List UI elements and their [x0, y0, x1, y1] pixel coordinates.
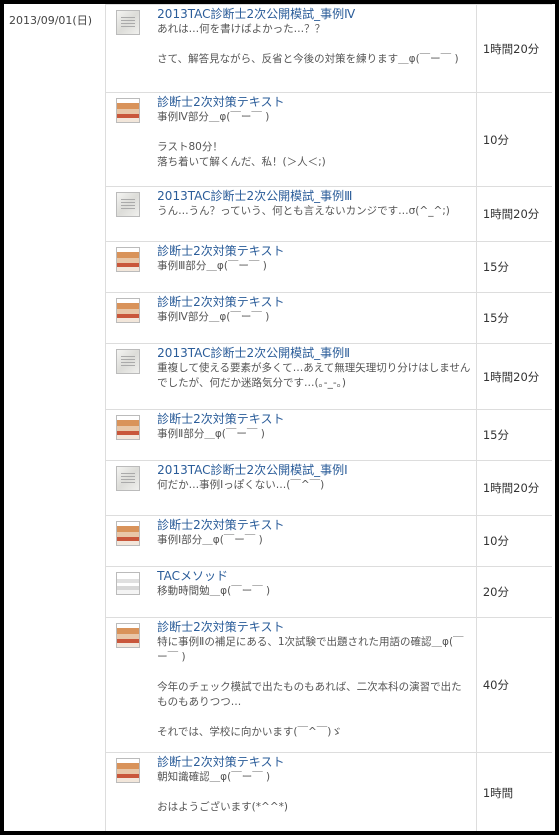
- study-time: 20分: [475, 566, 552, 618]
- material-title-link[interactable]: 診断士2次対策テキスト: [157, 412, 476, 426]
- material-title-link[interactable]: 診断士2次対策テキスト: [157, 244, 476, 258]
- exam-sheet-photo[interactable]: [116, 10, 141, 35]
- exam-sheet-photo[interactable]: [116, 349, 141, 374]
- method-book-photo[interactable]: [116, 572, 141, 595]
- exam-sheet-photo[interactable]: [116, 466, 141, 491]
- entry-cell: TACメソッド 移動時間勉＿φ(￣ー￣ ): [105, 566, 477, 618]
- entry: 2013TAC診断士2次公開模試_事例Ⅳ あれは…何を書けばよかった…？？ さて、…: [106, 7, 476, 67]
- entry-comment: うん…うん？っていう、何とも言えないカンジです…σ(^_^;): [157, 205, 450, 217]
- entry: 2013TAC診断士2次公開模試_事例Ⅱ 重複して使える要素が多くて…あえて無理矢…: [106, 346, 476, 391]
- material-title-link[interactable]: 2013TAC診断士2次公開模試_事例Ⅰ: [157, 463, 476, 477]
- entry-cell: 診断士2次対策テキスト 事例Ⅳ部分＿φ(￣ー￣ ): [105, 292, 477, 344]
- study-log-row: 2013/09/01(日) 2013TAC診断士2次公開模試_事例Ⅳ あれは…何を書…: [4, 4, 552, 831]
- date-cell: 2013/09/01(日): [4, 4, 107, 831]
- study-time: 15分: [475, 292, 552, 344]
- material-title-link[interactable]: 診断士2次対策テキスト: [157, 95, 476, 109]
- textbook-photo[interactable]: [116, 623, 141, 648]
- material-title-link[interactable]: 診断士2次対策テキスト: [157, 620, 476, 634]
- textbook-photo[interactable]: [116, 521, 141, 546]
- study-log-table: 2013/09/01(日) 2013TAC診断士2次公開模試_事例Ⅳ あれは…何を書…: [4, 4, 552, 831]
- entry: 診断士2次対策テキスト朝知識確認＿φ(￣ー￣ ) おはようございます(*^^*): [106, 755, 476, 815]
- study-time: 1時間20分: [475, 460, 552, 516]
- textbook-photo[interactable]: [116, 758, 141, 783]
- study-time: 15分: [475, 241, 552, 293]
- entry: 診断士2次対策テキスト事例Ⅳ部分＿φ(￣ー￣ ) ラスト80分！ 落ち着いて解く…: [106, 95, 476, 170]
- entry-cell: 診断士2次対策テキスト 事例Ⅲ部分＿φ(￣ー￣ ): [105, 241, 477, 293]
- material-title-link[interactable]: 診断士2次対策テキスト: [157, 518, 476, 532]
- entry-comment: 事例Ⅰ部分＿φ(￣ー￣ ): [157, 534, 263, 546]
- entry-cell: 2013TAC診断士2次公開模試_事例Ⅲ うん…うん？っていう、何とも言えないカン…: [105, 186, 477, 242]
- entry: TACメソッド 移動時間勉＿φ(￣ー￣ ): [106, 569, 476, 599]
- material-title-link[interactable]: 2013TAC診断士2次公開模試_事例Ⅳ: [157, 7, 476, 21]
- study-time: 40分: [475, 617, 552, 753]
- entry-comment: 朝知識確認＿φ(￣ー￣ ) おはようございます(*^^*): [157, 771, 288, 813]
- entry-comment: 重複して使える要素が多くて…あえて無理矢理切り分けはしませんでしたが、何だか迷路…: [157, 362, 471, 389]
- entry-cell: 診断士2次対策テキスト特に事例Ⅱの補足にある、1次試験で出題された用語の確認＿φ…: [105, 617, 477, 753]
- material-title-link[interactable]: 2013TAC診断士2次公開模試_事例Ⅱ: [157, 346, 476, 360]
- entry-comment: 特に事例Ⅱの補足にある、1次試験で出題された用語の確認＿φ(￣ー￣ ) 今年のチ…: [157, 636, 464, 738]
- entry-comment: 事例Ⅳ部分＿φ(￣ー￣ ) ラスト80分！ 落ち着いて解くんだ、私！(＞人＜;): [157, 111, 326, 168]
- study-time: 1時間: [475, 752, 552, 831]
- entry-cell: 診断士2次対策テキスト 事例Ⅰ部分＿φ(￣ー￣ ): [105, 515, 477, 567]
- entry-cell: 診断士2次対策テキスト 事例Ⅱ部分＿φ(￣ー￣ ): [105, 409, 477, 461]
- entry: 診断士2次対策テキスト 事例Ⅱ部分＿φ(￣ー￣ ): [106, 412, 476, 442]
- entry-comment: 事例Ⅱ部分＿φ(￣ー￣ ): [157, 428, 265, 440]
- textbook-photo[interactable]: [116, 247, 141, 272]
- study-time: 15分: [475, 409, 552, 461]
- entry-cell: 2013TAC診断士2次公開模試_事例Ⅳ あれは…何を書けばよかった…？？ さて、…: [105, 4, 477, 93]
- study-time: 1時間20分: [475, 186, 552, 242]
- textbook-photo[interactable]: [116, 98, 141, 123]
- entry-comment: 移動時間勉＿φ(￣ー￣ ): [157, 585, 271, 597]
- entry-cell: 2013TAC診断士2次公開模試_事例Ⅱ 重複して使える要素が多くて…あえて無理矢…: [105, 343, 477, 410]
- entry: 診断士2次対策テキスト特に事例Ⅱの補足にある、1次試験で出題された用語の確認＿φ…: [106, 620, 476, 740]
- study-log-panel: 2013/09/01(日) 2013TAC診断士2次公開模試_事例Ⅳ あれは…何を書…: [0, 0, 559, 835]
- material-title-link[interactable]: 診断士2次対策テキスト: [157, 755, 476, 769]
- study-time: 1時間20分: [475, 343, 552, 410]
- entry: 2013TAC診断士2次公開模試_事例Ⅰ 何だか…事例Ⅰっぽくない…(￣^￣): [106, 463, 476, 493]
- entry-cell: 2013TAC診断士2次公開模試_事例Ⅰ 何だか…事例Ⅰっぽくない…(￣^￣): [105, 460, 477, 516]
- material-title-link[interactable]: 2013TAC診断士2次公開模試_事例Ⅲ: [157, 189, 476, 203]
- study-time: 10分: [475, 515, 552, 567]
- entry-cell: 診断士2次対策テキスト事例Ⅳ部分＿φ(￣ー￣ ) ラスト80分！ 落ち着いて解く…: [105, 92, 477, 187]
- entry: 診断士2次対策テキスト 事例Ⅲ部分＿φ(￣ー￣ ): [106, 244, 476, 274]
- entry-comment: あれは…何を書けばよかった…？？ さて、解答見ながら、反省と今後の対策を練ります…: [157, 23, 459, 65]
- material-title-link[interactable]: 診断士2次対策テキスト: [157, 295, 476, 309]
- entry-comment: 何だか…事例Ⅰっぽくない…(￣^￣): [157, 479, 325, 491]
- study-time: 10分: [475, 92, 552, 187]
- study-time: 1時間20分: [475, 4, 552, 93]
- entry: 診断士2次対策テキスト 事例Ⅰ部分＿φ(￣ー￣ ): [106, 518, 476, 548]
- entry: 2013TAC診断士2次公開模試_事例Ⅲ うん…うん？っていう、何とも言えないカン…: [106, 189, 476, 219]
- textbook-photo[interactable]: [116, 415, 141, 440]
- entry-comment: 事例Ⅳ部分＿φ(￣ー￣ ): [157, 311, 270, 323]
- exam-sheet-photo[interactable]: [116, 192, 141, 217]
- entry: 診断士2次対策テキスト 事例Ⅳ部分＿φ(￣ー￣ ): [106, 295, 476, 325]
- entry-cell: 診断士2次対策テキスト朝知識確認＿φ(￣ー￣ ) おはようございます(*^^*): [105, 752, 477, 831]
- entry-comment: 事例Ⅲ部分＿φ(￣ー￣ ): [157, 260, 267, 272]
- textbook-photo[interactable]: [116, 298, 141, 323]
- material-title-link[interactable]: TACメソッド: [157, 569, 476, 583]
